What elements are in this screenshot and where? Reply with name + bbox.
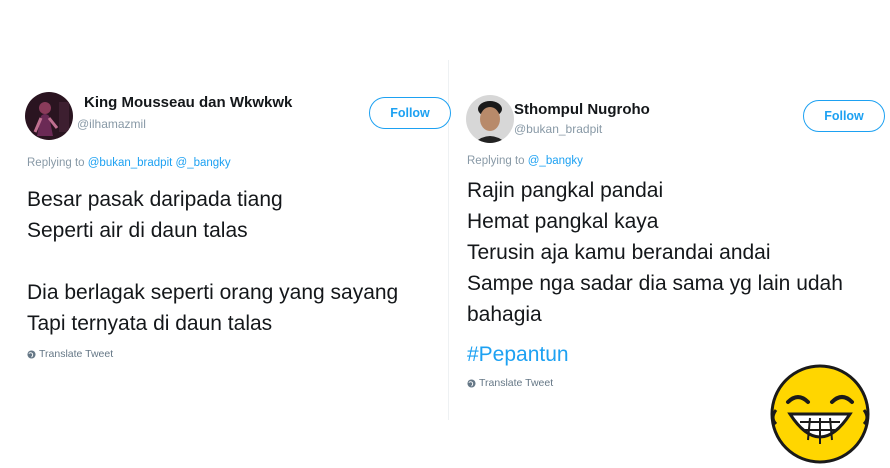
avatar[interactable]: [25, 92, 73, 140]
tweet-text: Besar pasak daripada tiang Seperti air d…: [27, 184, 398, 339]
tweet-line: Tapi ternyata di daun talas: [27, 312, 273, 335]
tweet-line: Hemat pangkal kaya: [467, 210, 659, 233]
display-name[interactable]: Sthompul Nugroho: [514, 101, 650, 118]
follow-button[interactable]: Follow: [369, 97, 451, 129]
replying-prefix: Replying to: [467, 155, 525, 167]
display-name[interactable]: King Mousseau dan Wkwkwk: [84, 94, 292, 111]
globe-icon: [27, 349, 36, 359]
tweet-line: bahagia: [467, 303, 542, 326]
tweet-line: Seperti air di daun talas: [27, 219, 248, 242]
laughing-emoji-icon: [770, 364, 870, 464]
tweet-line: Sampe nga sadar dia sama yg lain udah: [467, 272, 843, 295]
mention-link[interactable]: @_bangky: [528, 155, 583, 167]
translate-label: Translate Tweet: [479, 377, 554, 389]
avatar[interactable]: [466, 95, 514, 143]
translate-label: Translate Tweet: [39, 348, 114, 360]
tweet-line: Rajin pangkal pandai: [467, 179, 664, 202]
follow-button[interactable]: Follow: [803, 100, 885, 132]
tweet-card-left: King Mousseau dan Wkwkwk @ilhamazmil Fol…: [0, 0, 451, 468]
tweet-line: Besar pasak daripada tiang: [27, 188, 283, 211]
user-handle[interactable]: @bukan_bradpit: [514, 122, 602, 136]
tweet-text: Rajin pangkal pandai Hemat pangkal kaya …: [467, 175, 843, 330]
tweet-line: Dia berlagak seperti orang yang sayang: [27, 281, 399, 304]
replying-to: Replying to @_bangky: [467, 155, 583, 167]
mention-link[interactable]: @_bangky: [176, 157, 231, 169]
hashtag-link[interactable]: #Pepantun: [467, 343, 569, 367]
mention-link[interactable]: @bukan_bradpit: [88, 157, 173, 169]
replying-to: Replying to @bukan_bradpit @_bangky: [27, 157, 231, 169]
replying-prefix: Replying to: [27, 157, 85, 169]
user-handle[interactable]: @ilhamazmil: [77, 117, 146, 131]
tweet-line: Terusin aja kamu berandai andai: [467, 241, 771, 264]
translate-tweet[interactable]: Translate Tweet: [467, 377, 553, 389]
translate-tweet[interactable]: Translate Tweet: [27, 348, 113, 360]
globe-icon: [467, 378, 476, 388]
